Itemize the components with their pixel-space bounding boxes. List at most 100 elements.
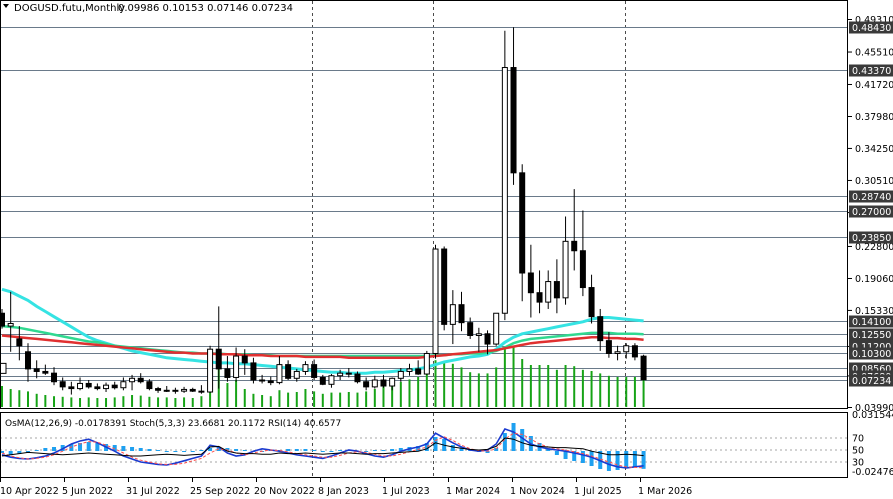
ohlc-values: 0.09986 0.10153 0.07146 0.07234 xyxy=(118,3,293,14)
candle-body xyxy=(302,364,309,372)
price-tick-label: 0.30510 xyxy=(855,176,893,187)
osma-bar xyxy=(242,450,247,451)
osma-bar xyxy=(234,449,239,451)
candle-body xyxy=(545,281,552,303)
candle-body xyxy=(640,355,647,381)
candle-body xyxy=(163,389,170,392)
osma-bar xyxy=(286,449,291,451)
indicator-axis: 0.031544705030-0.024768 xyxy=(852,410,893,478)
x-tick-label: 1 Mar 2024 xyxy=(446,486,500,497)
candle-body xyxy=(146,381,153,390)
osma-bar xyxy=(190,451,195,452)
chart-canvas: 0.493100.455100.417200.379800.342500.305… xyxy=(0,0,893,497)
osma-bar xyxy=(34,450,39,451)
osma-bar xyxy=(338,450,343,451)
osma-bar xyxy=(511,423,516,451)
osma-bar xyxy=(173,451,178,452)
candle-body xyxy=(7,323,14,327)
price-tick-label: 0.15330 xyxy=(855,306,893,317)
candle-body xyxy=(458,304,465,324)
candle-body xyxy=(267,380,274,384)
price-level-label: 0.28740 xyxy=(852,192,891,203)
osma-bar xyxy=(554,451,559,455)
x-tick-label: 20 Nov 2022 xyxy=(254,486,315,497)
candle-body xyxy=(415,368,422,375)
price-tick-label: 0.45510 xyxy=(855,48,893,59)
candle-body xyxy=(623,345,630,353)
osma-bar xyxy=(86,442,91,451)
x-tick-label: 1 Mar 2026 xyxy=(638,486,692,497)
triangle-down-icon[interactable] xyxy=(3,4,9,8)
osma-bar xyxy=(632,451,637,467)
candle-body xyxy=(579,250,586,289)
candle-body xyxy=(588,287,595,318)
candle-body xyxy=(345,372,352,375)
candle-body xyxy=(519,172,526,274)
price-level-label: 0.48430 xyxy=(852,23,891,34)
osma-bar xyxy=(450,445,455,451)
price-tick-label: 0.37980 xyxy=(855,112,893,123)
candle-body xyxy=(259,379,266,382)
time-axis: 10 Apr 2022 5 Jun 2022 31 Jul 2022 25 Sep 2… xyxy=(0,478,692,497)
candle-body xyxy=(371,379,378,388)
candle-body xyxy=(406,368,413,372)
candle-body xyxy=(380,379,387,387)
candle-body xyxy=(484,333,491,345)
candle-body xyxy=(181,388,188,392)
indicator-tick-label: 50 xyxy=(852,446,864,457)
candle-body xyxy=(397,370,404,379)
candle-body xyxy=(493,312,500,345)
candle-body xyxy=(85,382,92,388)
osma-bar xyxy=(43,448,48,451)
osma-bar xyxy=(52,447,57,451)
candle-body xyxy=(311,364,318,378)
candle-body xyxy=(94,386,101,390)
osma-bar xyxy=(303,449,308,451)
price-level-label: 0.12550 xyxy=(852,330,891,341)
osma-bar xyxy=(182,451,187,452)
candle-body xyxy=(16,338,23,347)
osma-bar xyxy=(381,450,386,451)
candle-body xyxy=(614,351,621,354)
osma-bar xyxy=(121,446,126,451)
price-level-label: 0.27000 xyxy=(852,207,891,218)
candle-body xyxy=(68,386,75,390)
candle-body xyxy=(103,384,110,390)
candle-body xyxy=(25,351,32,370)
indicator-tick-label: -0.024768 xyxy=(852,467,893,478)
price-level-label: 0.07234 xyxy=(852,376,891,387)
indicator-tick-label: 70 xyxy=(852,434,864,445)
osma-bar xyxy=(372,450,377,451)
candle-body xyxy=(354,373,361,383)
candle-body xyxy=(77,382,84,390)
osma-bar xyxy=(138,448,143,451)
osma-bar xyxy=(294,449,299,451)
x-tick-label: 25 Sep 2022 xyxy=(190,486,250,497)
candle-body xyxy=(293,370,300,379)
candle-body xyxy=(536,292,543,303)
candle-body xyxy=(285,364,292,379)
candle-body xyxy=(501,67,508,314)
osma-bar xyxy=(130,447,135,451)
candle-body xyxy=(605,340,612,354)
candle-body xyxy=(189,388,196,392)
candle-body xyxy=(423,352,430,375)
symbol-header: DOGUSD.futu,Monthly 0.09986 0.10153 0.07… xyxy=(3,3,293,14)
candle-body xyxy=(389,377,396,387)
candle-body xyxy=(562,240,569,299)
candle-body xyxy=(449,304,456,325)
candle-body xyxy=(224,368,231,378)
osma-bar xyxy=(164,451,169,452)
osma-bar xyxy=(329,451,334,452)
candle-body xyxy=(42,370,49,374)
osma-bar xyxy=(199,450,204,451)
candle-body xyxy=(207,348,214,393)
candle-body xyxy=(319,376,326,385)
candle-body xyxy=(432,248,439,354)
candle-body xyxy=(527,272,534,294)
candle-body xyxy=(215,348,222,370)
osma-bar xyxy=(502,433,507,451)
price-level-label: 0.23850 xyxy=(852,233,891,244)
indicator-header: OsMA(12,26,9) -0.0178391 Stoch(5,3,3) 23… xyxy=(5,419,341,429)
osma-bar xyxy=(312,450,317,451)
